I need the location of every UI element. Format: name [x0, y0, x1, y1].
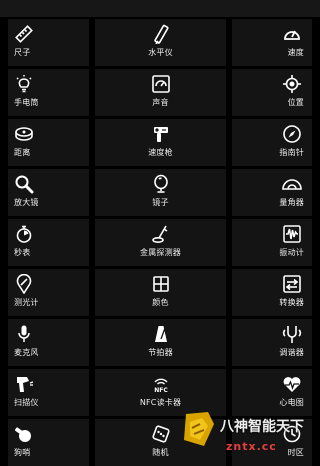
tool-tile-ruler[interactable]: 尺子 — [8, 19, 89, 66]
tape-measure-icon — [14, 124, 34, 144]
tool-label: 速度 — [287, 48, 304, 57]
tool-tile-speed-gun[interactable]: 速度枪 — [95, 119, 226, 166]
speed-gun-icon — [151, 124, 171, 144]
tool-tile-light-meter[interactable]: 测光计 — [8, 269, 89, 316]
tool-tile-timezone[interactable]: 时区 — [232, 419, 312, 466]
tool-tile-ecg[interactable]: 心电图 — [232, 369, 312, 416]
tool-tile-color[interactable]: 颜色 — [95, 269, 226, 316]
tool-grid: 尺子 水平仪 速度 手电筒 声音 位置 距离 速度枪 指南针 放大镜 镜子 量角… — [8, 19, 312, 466]
tool-label: 金属探测器 — [140, 248, 181, 257]
tool-tile-nfc[interactable]: NFC NFC读卡器 — [95, 369, 226, 416]
tool-label: 颜色 — [152, 298, 169, 307]
tool-label: 镜子 — [152, 198, 169, 207]
tool-tile-mirror[interactable]: 镜子 — [95, 169, 226, 216]
tool-label: 指南针 — [279, 148, 304, 157]
clock-icon — [282, 424, 302, 444]
protractor-icon — [282, 174, 302, 194]
tool-label: 尺子 — [14, 48, 31, 57]
tool-label: 节拍器 — [148, 348, 173, 357]
tool-tile-protractor[interactable]: 量角器 — [232, 169, 312, 216]
svg-text:NFC: NFC — [154, 387, 168, 394]
bulb-icon — [14, 74, 34, 94]
tool-label: 心电图 — [279, 398, 304, 407]
compass-icon — [282, 124, 302, 144]
tool-tile-location[interactable]: 位置 — [232, 69, 312, 116]
tool-tile-sound[interactable]: 声音 — [95, 69, 226, 116]
dog-whistle-icon — [14, 424, 34, 444]
dice-icon — [151, 424, 171, 444]
mirror-icon — [151, 174, 171, 194]
color-picker-icon — [151, 274, 171, 294]
tool-tile-magnifier[interactable]: 放大镜 — [8, 169, 89, 216]
tool-tile-flashlight[interactable]: 手电筒 — [8, 69, 89, 116]
tuner-icon — [282, 324, 302, 344]
tool-tile-tuner[interactable]: 调谐器 — [232, 319, 312, 366]
metronome-icon — [151, 324, 171, 344]
tool-tile-distance[interactable]: 距离 — [8, 119, 89, 166]
tool-tile-stopwatch[interactable]: 秒表 — [8, 219, 89, 266]
tool-label: 量角器 — [279, 198, 304, 207]
tool-label: 转换器 — [279, 298, 304, 307]
tool-tile-level[interactable]: 水平仪 — [95, 19, 226, 66]
tool-label: 水平仪 — [148, 48, 173, 57]
ruler-icon — [14, 24, 34, 44]
stopwatch-icon — [14, 224, 34, 244]
tool-tile-compass[interactable]: 指南针 — [232, 119, 312, 166]
tool-tile-vibration[interactable]: 振动计 — [232, 219, 312, 266]
magnifier-icon — [14, 174, 34, 194]
tool-label: 速度枪 — [148, 148, 173, 157]
tool-label: 调谐器 — [279, 348, 304, 357]
tool-label: 随机 — [152, 448, 169, 457]
sound-meter-icon — [151, 74, 171, 94]
location-icon — [282, 74, 302, 94]
level-icon — [151, 24, 171, 44]
tool-label: NFC读卡器 — [139, 398, 182, 407]
tool-tile-speed[interactable]: 速度 — [232, 19, 312, 66]
heart-rate-icon — [282, 374, 302, 394]
tool-tile-converter[interactable]: 转换器 — [232, 269, 312, 316]
light-meter-icon — [14, 274, 34, 294]
tool-tile-metal-detector[interactable]: 金属探测器 — [95, 219, 226, 266]
tool-label: 放大镜 — [14, 198, 39, 207]
top-bar — [0, 0, 320, 17]
tool-label: 距离 — [14, 148, 31, 157]
vibration-icon — [282, 224, 302, 244]
converter-icon — [282, 274, 302, 294]
speedometer-icon — [282, 24, 302, 44]
tool-tile-random[interactable]: 随机 — [95, 419, 226, 466]
tool-tile-scanner[interactable]: 扫描仪 — [8, 369, 89, 416]
tool-label: 狗哨 — [14, 448, 31, 457]
nfc-icon: NFC — [151, 374, 171, 394]
tool-label: 声音 — [152, 98, 169, 107]
tool-label: 麦克风 — [14, 348, 39, 357]
tool-label: 位置 — [287, 98, 304, 107]
tool-tile-metronome[interactable]: 节拍器 — [95, 319, 226, 366]
tool-label: 振动计 — [279, 248, 304, 257]
tool-tile-microphone[interactable]: 麦克风 — [8, 319, 89, 366]
microphone-icon — [14, 324, 34, 344]
tool-label: 时区 — [287, 448, 304, 457]
tool-label: 测光计 — [14, 298, 39, 307]
tool-tile-dog-whistle[interactable]: 狗哨 — [8, 419, 89, 466]
tool-label: 扫描仪 — [14, 398, 39, 407]
metal-detector-icon — [151, 224, 171, 244]
tool-label: 手电筒 — [14, 98, 39, 107]
scanner-icon — [14, 374, 34, 394]
tool-label: 秒表 — [14, 248, 31, 257]
